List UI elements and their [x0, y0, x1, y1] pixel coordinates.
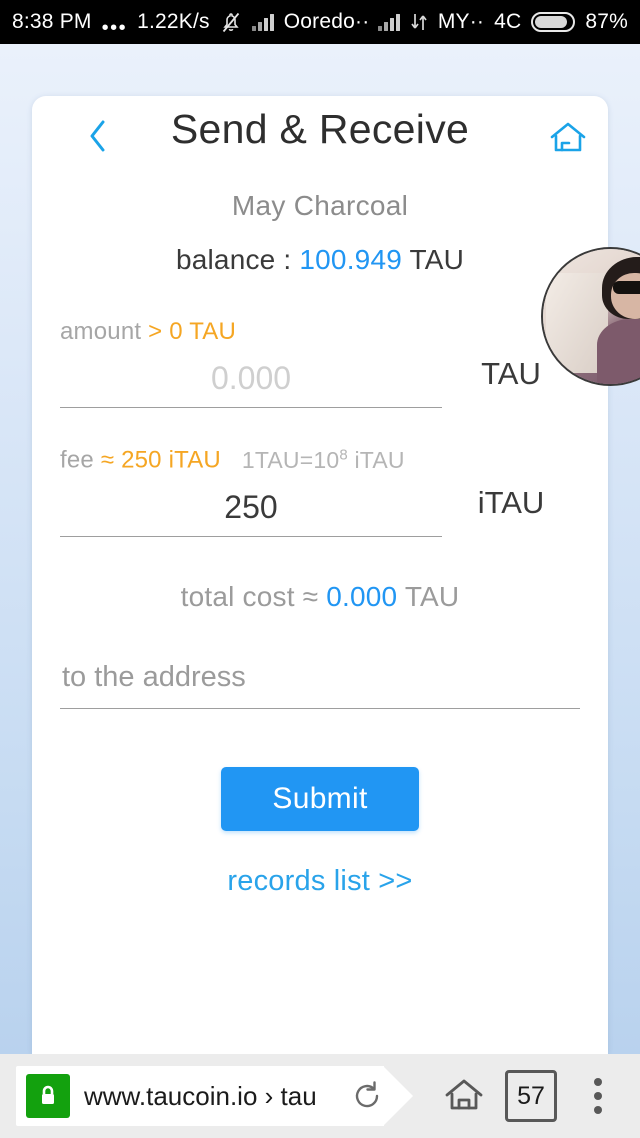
phone-screen: 8:38 PM ••• 1.22K/s Ooredo·· MY·· 4C 87%…	[0, 0, 640, 1138]
fee-label-text: fee	[60, 446, 94, 474]
avatar[interactable]	[541, 247, 640, 386]
send-form: amount > 0 TAU TAU fee ≈ 250 iTAU 1TAU=1…	[32, 318, 608, 898]
fee-note-exponent: 8	[339, 446, 348, 463]
page-title: Send & Receive	[170, 106, 470, 152]
status-carrier-2: MY··	[437, 10, 485, 33]
fee-label: fee ≈ 250 iTAU 1TAU=108 iTAU	[60, 446, 580, 475]
browser-menu-button[interactable]	[570, 1068, 626, 1124]
card-header: Send & Receive	[32, 96, 608, 176]
status-network-speed: 1.22K/s	[137, 10, 210, 33]
home-icon	[443, 1076, 485, 1116]
address-input-wrap	[60, 654, 584, 709]
amount-label-text: amount	[60, 318, 142, 345]
fee-input[interactable]	[60, 484, 442, 530]
fee-row: iTAU	[60, 484, 580, 537]
amount-constraint: > 0 TAU	[148, 318, 237, 345]
status-time: 8:38 PM	[12, 10, 92, 33]
fee-input-wrap	[60, 484, 442, 537]
fee-unit: iTAU	[477, 484, 545, 520]
browser-bar: www.taucoin.io › tau 57	[0, 1054, 640, 1138]
signal-bars-icon-2	[377, 13, 400, 31]
data-transfer-icon	[410, 11, 428, 33]
fee-conversion-note: 1TAU=108 iTAU	[241, 446, 405, 473]
status-bar: 8:38 PM ••• 1.22K/s Ooredo·· MY·· 4C 87%	[0, 0, 640, 44]
fee-note-prefix: 1TAU=10	[241, 446, 340, 473]
amount-label: amount > 0 TAU	[60, 318, 580, 346]
status-overflow-dots: •••	[101, 16, 128, 39]
page-background: Send & Receive May Charcoal balance : 10…	[0, 44, 640, 1054]
status-battery-percent: 87%	[585, 10, 628, 33]
signal-bars-icon	[251, 13, 274, 31]
amount-input-wrap	[60, 356, 442, 408]
submit-button[interactable]: Submit	[221, 766, 419, 831]
submit-wrap: Submit	[60, 766, 580, 831]
total-cost-label: total cost ≈	[180, 580, 319, 612]
fee-note-suffix: iTAU	[347, 446, 405, 473]
account-username: May Charcoal	[231, 190, 409, 221]
battery-icon	[531, 12, 576, 32]
address-input[interactable]	[60, 654, 584, 700]
records-list-link[interactable]: records list >>	[60, 865, 580, 898]
home-icon	[548, 119, 588, 157]
bell-muted-icon	[220, 10, 242, 34]
balance-label: balance :	[175, 244, 292, 275]
reload-button[interactable]	[344, 1073, 390, 1119]
reload-icon	[350, 1079, 384, 1113]
url-text: www.taucoin.io › tau	[84, 1080, 317, 1111]
send-receive-card: Send & Receive May Charcoal balance : 10…	[32, 96, 640, 1054]
tab-count-button[interactable]: 57	[504, 1070, 557, 1122]
browser-actions: 57	[384, 1068, 640, 1124]
status-network-type: 4C	[494, 10, 522, 33]
total-cost-value: 0.000	[326, 580, 398, 612]
amount-input[interactable]	[60, 356, 442, 401]
url-bar[interactable]: www.taucoin.io › tau	[16, 1066, 413, 1126]
total-cost: total cost ≈ 0.000 TAU	[60, 581, 580, 613]
amount-row: TAU	[60, 356, 580, 408]
balance-unit: TAU	[409, 244, 465, 275]
browser-home-button[interactable]	[436, 1068, 492, 1124]
status-carrier: Ooredo··	[283, 10, 370, 33]
total-cost-unit: TAU	[404, 580, 460, 612]
card-home-button[interactable]	[544, 114, 592, 162]
balance-value: 100.949	[299, 244, 403, 275]
lock-icon	[26, 1074, 70, 1118]
fee-approx: ≈ 250 iTAU	[100, 446, 221, 474]
account-balance: balance : 100.949 TAU	[32, 244, 608, 276]
kebab-menu-icon	[593, 1078, 602, 1114]
